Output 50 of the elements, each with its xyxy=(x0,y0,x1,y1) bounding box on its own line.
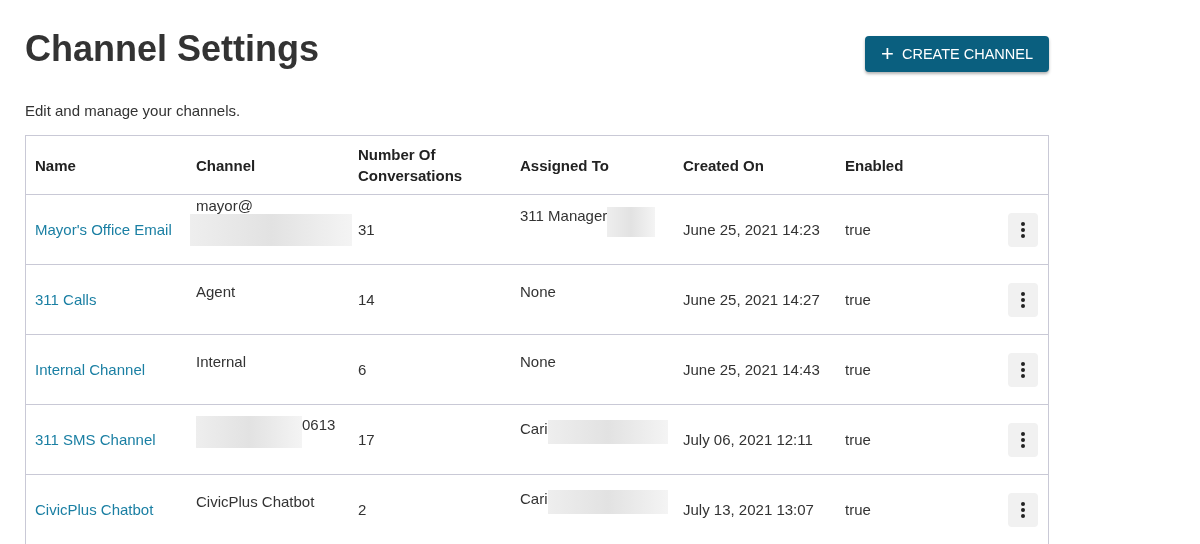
assignee-name: Cari xyxy=(520,419,548,437)
channel-name-link[interactable]: CivicPlus Chatbot xyxy=(35,501,154,518)
channel-address: CivicPlus Chatbot xyxy=(196,493,315,510)
created-date: June 25, 2021 14:27 xyxy=(683,291,820,308)
more-icon xyxy=(1021,361,1025,378)
channel-name-link[interactable]: 311 Calls xyxy=(35,291,97,308)
enabled-value: true xyxy=(845,221,871,238)
conversation-count: 17 xyxy=(358,431,375,448)
column-header: Enabled xyxy=(845,155,904,176)
enabled-value: true xyxy=(845,291,871,308)
column-header: Assigned To xyxy=(520,155,609,176)
redacted-area xyxy=(607,206,656,237)
more-icon xyxy=(1021,221,1025,238)
channel-address: Internal xyxy=(196,353,247,370)
enabled-value: true xyxy=(845,361,871,378)
more-options-button[interactable] xyxy=(1008,492,1038,527)
column-header: Created On xyxy=(683,155,764,176)
conversation-count: 31 xyxy=(358,221,375,238)
channel-address: 0613 xyxy=(302,415,336,433)
channel-address: Agent xyxy=(196,283,236,300)
channel-name-link[interactable]: Mayor's Office Email xyxy=(35,221,172,238)
more-options-button[interactable] xyxy=(1008,422,1038,457)
assignee-name: None xyxy=(520,353,556,370)
more-icon xyxy=(1021,431,1025,448)
created-date: June 25, 2021 14:43 xyxy=(683,361,820,378)
enabled-value: true xyxy=(845,431,871,448)
created-date: July 13, 2021 13:07 xyxy=(683,501,814,518)
conversation-count: 2 xyxy=(358,501,367,518)
create-channel-button[interactable]: + CREATE CHANNEL xyxy=(865,36,1049,72)
conversation-count: 14 xyxy=(358,291,375,308)
enabled-value: true xyxy=(845,501,871,518)
assignee-name: None xyxy=(520,283,556,300)
conversation-count: 6 xyxy=(358,361,367,378)
channel-address: mayor@ xyxy=(196,197,253,214)
page-description: Edit and manage your channels. xyxy=(25,102,242,119)
column-header: Number Of Conversations xyxy=(358,145,464,186)
more-options-button[interactable] xyxy=(1008,282,1038,317)
more-icon xyxy=(1021,501,1025,518)
channel-name-link[interactable]: Internal Channel xyxy=(35,361,146,378)
column-header: Channel xyxy=(196,155,256,176)
channel-name-link[interactable]: 311 SMS Channel xyxy=(35,431,156,448)
more-icon xyxy=(1021,291,1025,308)
assignee-name: Cari xyxy=(520,489,548,507)
column-header: Name xyxy=(35,155,76,176)
page-title: Channel Settings xyxy=(25,28,320,70)
created-date: June 25, 2021 14:23 xyxy=(683,221,820,238)
more-options-button[interactable] xyxy=(1008,212,1038,247)
more-options-button[interactable] xyxy=(1008,352,1038,387)
created-date: July 06, 2021 12:11 xyxy=(683,431,813,448)
assignee-name: 311 Manager xyxy=(520,206,608,224)
